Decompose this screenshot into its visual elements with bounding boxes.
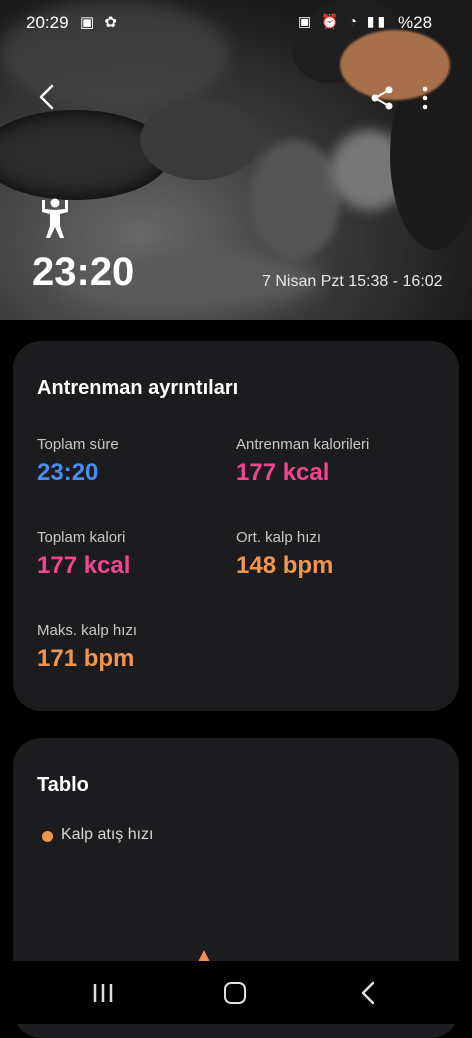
- notification-icons: ▣ ✿: [80, 14, 120, 31]
- stat-workout-calories: Antrenman kalorileri 177 kcal: [236, 436, 369, 487]
- system-icons: ▣ ⏰ ◔ ▮▮: [298, 13, 389, 29]
- more-options-icon[interactable]: [418, 84, 432, 112]
- share-icon[interactable]: [368, 84, 396, 112]
- stat-label: Maks. kalp hızı: [37, 622, 138, 639]
- stat-value: 177 kcal: [236, 459, 330, 486]
- stat-value: 148 bpm: [236, 552, 334, 579]
- workout-date-range: 7 Nisan Pzt 15:38 - 16:02: [262, 273, 443, 290]
- stat-value: 23:20: [37, 459, 99, 486]
- recent-apps-icon[interactable]: [92, 983, 114, 1003]
- nav-back-icon[interactable]: [358, 981, 378, 1005]
- status-bar: 20:29 ▣ ✿ ▣ ⏰ ◔ ▮▮ %28: [0, 0, 472, 44]
- workout-duration: 23:20: [32, 250, 135, 294]
- chart-title: Tablo: [37, 774, 89, 796]
- stat-label: Antrenman kalorileri: [236, 436, 370, 453]
- navigation-bar: [0, 961, 472, 1024]
- weightlifter-icon: [42, 198, 68, 238]
- stat-avg-heart-rate: Ort. kalp hızı 148 bpm: [236, 529, 333, 580]
- battery-level: %28: [398, 13, 433, 32]
- stat-max-heart-rate: Maks. kalp hızı 171 bpm: [37, 622, 137, 673]
- details-title: Antrenman ayrıntıları: [37, 377, 239, 399]
- stat-total-duration: Toplam süre 23:20: [37, 436, 119, 487]
- stat-total-calories: Toplam kalori 177 kcal: [37, 529, 130, 580]
- stat-label: Toplam kalori: [37, 529, 126, 546]
- home-icon[interactable]: [224, 982, 246, 1004]
- stat-label: Ort. kalp hızı: [236, 529, 322, 546]
- status-time: 20:29: [26, 13, 69, 32]
- stat-value: 177 kcal: [37, 552, 131, 579]
- legend-dot: [42, 831, 53, 842]
- stat-value: 171 bpm: [37, 645, 135, 672]
- back-icon[interactable]: [32, 82, 62, 112]
- legend-heart-rate: Kalp atış hızı: [61, 826, 154, 843]
- stat-label: Toplam süre: [37, 436, 119, 453]
- workout-details-card: Antrenman ayrıntıları Toplam süre 23:20 …: [13, 341, 459, 711]
